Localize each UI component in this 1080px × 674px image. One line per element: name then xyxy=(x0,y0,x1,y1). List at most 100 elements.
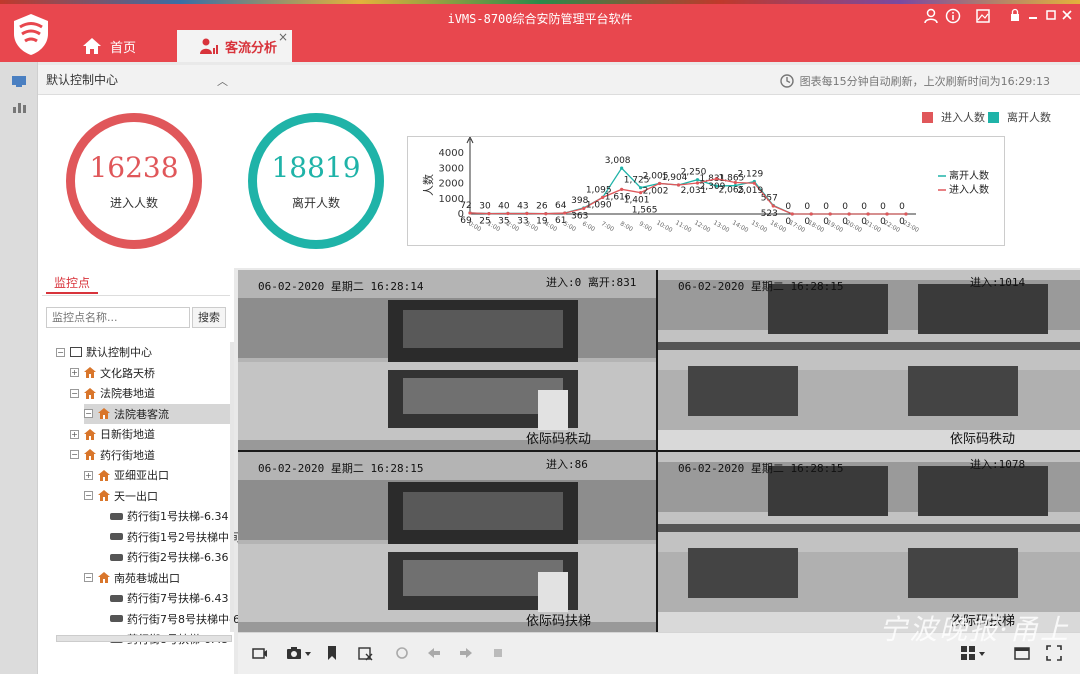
control-center-header[interactable]: 默认控制中心 ︿ xyxy=(38,65,234,95)
data-label: 0 xyxy=(804,217,810,227)
legend-leave-swatch xyxy=(988,111,999,123)
leave-count-ring: 18819 离开人数 xyxy=(248,113,384,249)
tree-node[interactable]: + 亚细亚出口 xyxy=(84,465,169,485)
video-cell[interactable]: 06-02-2020 星期二 16:28:15 进入:86 依际码扶梯 xyxy=(238,452,656,632)
data-label: 2,019 xyxy=(737,186,763,196)
legend-enter-swatch xyxy=(922,111,933,123)
arrow-left-icon[interactable] xyxy=(426,645,442,661)
data-point xyxy=(866,212,870,216)
stop-icon[interactable] xyxy=(490,645,506,661)
home-icon xyxy=(83,38,101,54)
snapshot-dropdown-icon[interactable] xyxy=(304,645,312,661)
data-label: 2,129 xyxy=(737,170,763,180)
legend-label: 离开人数 xyxy=(949,169,989,182)
data-label: 0 xyxy=(880,217,886,227)
arrow-right-icon[interactable] xyxy=(458,645,474,661)
tree-node[interactable]: − 法院巷地道 xyxy=(70,383,155,403)
data-label: 61 xyxy=(555,216,566,226)
video-count-overlay: 进入:1078 xyxy=(970,458,1026,471)
user-icon[interactable] xyxy=(922,8,940,26)
legend-label: 进入人数 xyxy=(949,183,989,196)
minimize-icon[interactable] xyxy=(1024,8,1042,26)
title-bar: iVMS-8700综合安防管理平台软件 首页 客流分析 × xyxy=(0,0,1080,62)
image-icon[interactable] xyxy=(974,8,992,26)
y-tick-label: 3000 xyxy=(439,163,464,174)
tree-node[interactable]: + 文化路天桥 xyxy=(70,363,155,383)
data-point xyxy=(544,212,548,216)
tree-node[interactable]: 药行街1号扶梯-6.34 xyxy=(110,506,228,526)
lock-icon[interactable] xyxy=(1006,8,1024,26)
window-title: iVMS-8700综合安防管理平台软件 xyxy=(447,12,633,26)
bookmark-icon[interactable] xyxy=(324,645,340,661)
tree-node[interactable]: − 法院巷客流 xyxy=(84,403,232,424)
tree-node[interactable]: 药行街1号2号扶梯中间 xyxy=(110,527,240,547)
tab-sites[interactable]: 监控点 xyxy=(46,274,98,294)
data-label: 0 xyxy=(861,202,867,212)
title-strip xyxy=(0,0,1080,4)
tree-node[interactable]: 药行街7号扶梯-6.43 xyxy=(110,588,228,608)
house-icon xyxy=(98,408,110,419)
data-label: 30 xyxy=(479,202,491,212)
site-search-input[interactable] xyxy=(46,307,190,328)
x-tick-label: 15:00 xyxy=(750,219,769,234)
record-icon[interactable] xyxy=(252,645,268,661)
tab-close-icon[interactable]: × xyxy=(278,30,288,44)
tree-node[interactable]: − 南苑巷城出口 xyxy=(84,568,180,588)
leave-count: 18819 xyxy=(271,151,361,184)
data-point xyxy=(790,212,794,216)
tree-node-label: 法院巷地道 xyxy=(100,387,155,400)
refresh-bar: 图表每15分钟自动刷新，上次刷新时间为16:29:13 xyxy=(234,65,1080,95)
data-point xyxy=(563,211,567,215)
expand-icon[interactable]: + xyxy=(70,368,79,377)
snapshot-icon[interactable] xyxy=(286,645,302,661)
info-icon[interactable] xyxy=(944,8,962,26)
tab-home[interactable]: 首页 xyxy=(78,30,168,62)
collapse-icon[interactable]: − xyxy=(84,409,93,418)
house-icon xyxy=(98,490,110,501)
tree-node[interactable]: 药行街7号8号扶梯中-6. xyxy=(110,609,243,629)
expand-icon[interactable]: + xyxy=(70,429,79,439)
data-point xyxy=(885,212,889,216)
tree-node[interactable]: − 药行街地道 xyxy=(70,445,155,465)
x-tick-label: 13:00 xyxy=(712,219,731,234)
x-tick-label: 12:00 xyxy=(693,219,712,234)
video-cell[interactable]: 06-02-2020 星期二 16:28:15 进入:1014 依际码秩动 xyxy=(658,270,1080,450)
tree-horizontal-scrollbar[interactable] xyxy=(56,635,232,642)
data-label: 0 xyxy=(785,217,791,227)
x-tick-label: 9:00 xyxy=(638,220,653,233)
stats-panel: 16238 进入人数 18819 离开人数 进入人数 离开人数 4000 3000… xyxy=(38,95,1080,268)
tree-vertical-scrollbar[interactable] xyxy=(230,342,234,632)
search-button[interactable]: 搜索 xyxy=(192,307,226,328)
x-tick-label: 6:00 xyxy=(581,220,596,233)
tree-node[interactable]: + 日新街地道 xyxy=(70,424,155,444)
monitor-rail-icon[interactable] xyxy=(11,74,27,88)
video-cell[interactable]: 06-02-2020 星期二 16:28:15 进入:1078 依际码扶梯 xyxy=(658,452,1080,632)
collapse-icon[interactable]: − xyxy=(84,573,93,582)
collapse-icon[interactable]: − xyxy=(84,491,93,500)
camera-icon xyxy=(110,594,123,602)
video-cell[interactable]: 06-02-2020 星期二 16:28:14 进入:0 离开:831 依际码秩动 xyxy=(238,270,656,450)
close-icon[interactable] xyxy=(1058,8,1076,26)
data-label: 25 xyxy=(479,217,490,227)
left-rail xyxy=(0,62,38,674)
chevron-up-icon[interactable]: ︿ xyxy=(217,73,228,89)
video-count-overlay: 进入:86 xyxy=(546,458,588,471)
tree-node[interactable]: 药行街2号扶梯-6.36 xyxy=(110,547,228,567)
tab-passenger-flow[interactable]: 客流分析 × xyxy=(177,30,292,62)
bar-chart-rail-icon[interactable] xyxy=(11,100,27,114)
collapse-icon[interactable]: − xyxy=(70,388,79,398)
expand-icon[interactable]: + xyxy=(84,470,93,480)
video-timestamp: 06-02-2020 星期二 16:28:15 xyxy=(678,280,844,293)
close-all-icon[interactable] xyxy=(358,645,374,661)
tree-node[interactable]: − 天一出口 xyxy=(84,486,158,506)
collapse-icon[interactable]: − xyxy=(70,450,79,459)
enter-count-ring: 16238 进入人数 xyxy=(66,113,202,249)
refresh-icon[interactable] xyxy=(394,645,410,661)
x-tick-label: 8:00 xyxy=(619,220,634,233)
passenger-flow-chart: 4000 3000 2000 1000 0 人数 0:00 1:00 2:00 3:00 4:00 5… xyxy=(407,135,1005,246)
camera-feed-image xyxy=(238,452,656,632)
tree-node-label: 药行街7号8号扶梯中-6. xyxy=(127,612,244,626)
camera-icon xyxy=(110,533,123,540)
tree-node[interactable]: − 默认控制中心 xyxy=(56,342,152,362)
collapse-icon[interactable]: − xyxy=(56,347,65,357)
